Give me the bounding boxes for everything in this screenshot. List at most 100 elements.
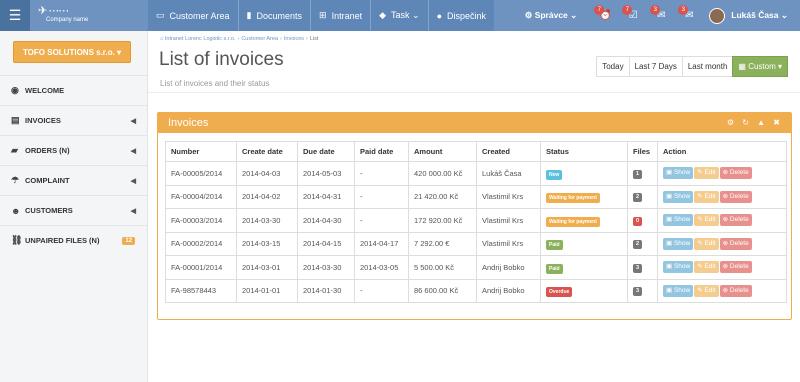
delete-button[interactable]: ⊗ Delete [719,237,752,250]
show-button[interactable]: ▣ Show [663,190,694,203]
show-button[interactable]: ▣ Show [663,214,694,227]
page-title: List of invoices [159,49,284,70]
cell-amount: 172 920.00 Kč [408,208,477,233]
delete-button[interactable]: ⊗ Delete [719,284,752,297]
nav-dispecink[interactable]: ● Dispečink [427,0,495,31]
company-selector-button[interactable]: TOFO SOLUTIONS s.r.o. ▾ [13,41,131,63]
dashboard-icon: ◉ [11,85,19,95]
cell-number: FA-00005/2014 [165,161,237,186]
breadcrumb: ⌂ Intranet Lorenc Logistic s.r.o. › Custom… [160,36,318,42]
panel-tools[interactable]: ⚙ ↻ ▲ ✖ [727,113,783,133]
sidebar-item-customers[interactable]: ☻ CUSTOMERS ◀ [0,195,147,225]
column-header[interactable]: Created [476,141,541,162]
breadcrumb-item[interactable]: Intranet Lorenc Logistic s.r.o. [165,36,236,42]
cell-due: 2014-04-31 [297,184,355,209]
edit-button[interactable]: ✎ Edit [694,284,719,297]
hamburger-menu-icon[interactable]: ☰ [0,0,30,31]
sidebar-item-label: COMPLAINT [25,176,70,185]
files-count-badge: 2 [633,240,642,250]
cell-files: 3 [627,255,658,280]
cell-files: 1 [627,161,658,186]
today-button[interactable]: Today [596,56,630,77]
chevron-left-icon: ◀ [130,147,136,155]
edit-button[interactable]: ✎ Edit [694,167,719,180]
cell-paid: - [354,278,409,303]
status-badge: New [546,169,563,180]
column-header[interactable]: Files [627,141,658,162]
status-badge: Overdue [546,287,573,298]
breadcrumb-item[interactable]: Invoices [284,36,304,42]
table-row: FA-00003/2014 2014-03-30 2014-04-30-172 92… [165,208,787,233]
date-filter-group: Today Last 7 Days Last month ▦ Custom ▾ [596,56,788,77]
files-count-badge: 0 [633,216,642,226]
nav-label: Dispečink [447,10,487,21]
status-badge: Waiting for payment [546,193,600,204]
nav-documents[interactable]: ▮ Documents [237,0,311,31]
column-header[interactable]: Action [657,141,787,162]
cell-number: FA-00002/2014 [165,231,237,256]
sitemap-icon: ⊞ [319,10,327,20]
column-header[interactable]: Create date [236,141,298,162]
chevron-left-icon: ◀ [130,207,136,215]
show-button[interactable]: ▣ Show [663,167,694,180]
user-menu[interactable]: Lukáš Časa ⌄ [703,7,800,24]
admin-menu[interactable]: ⚙ Správce ⌄ [525,10,578,21]
delete-button[interactable]: ⊗ Delete [719,261,752,274]
alarm-notification[interactable]: ⏰ 7 [591,0,619,31]
edit-button[interactable]: ✎ Edit [694,214,719,227]
tasks-notification[interactable]: ☑ 7 [619,0,647,31]
messages-notification[interactable]: ✉ 3 [675,0,703,31]
column-header[interactable]: Paid date [354,141,409,162]
cell-created: Vlastimil Krs [476,231,541,256]
chain-broken-icon: ⛓ [11,235,23,245]
last-7-days-button[interactable]: Last 7 Days [628,56,683,77]
cell-status: New [540,161,628,186]
breadcrumb-separator: › [306,36,308,42]
cell-number: FA-00004/2014 [165,184,237,209]
sidebar-item-complaint[interactable]: ☂ COMPLAINT ◀ [0,165,147,195]
show-button[interactable]: ▣ Show [663,261,694,274]
panel-header: Invoices ⚙ ↻ ▲ ✖ [158,113,791,133]
sidebar-item-orders[interactable]: ▰ ORDERS (N) ◀ [0,135,147,165]
delete-button[interactable]: ⊗ Delete [719,167,752,180]
cell-create: 2014-04-03 [236,161,298,186]
last-month-button[interactable]: Last month [681,56,734,77]
files-count-badge: 3 [633,263,642,273]
cell-status: Paid [540,231,628,256]
nav-task[interactable]: ◆ Task ⌄ [370,0,428,31]
files-count-badge: 1 [633,169,642,179]
sidebar-item-welcome[interactable]: ◉ WELCOME [0,75,147,105]
cell-number: FA-00001/2014 [165,255,237,280]
column-header[interactable]: Status [540,141,628,162]
edit-button[interactable]: ✎ Edit [694,237,719,250]
breadcrumb-separator: › [280,36,282,42]
comments-notification[interactable]: ✉ 3 [647,0,675,31]
delete-button[interactable]: ⊗ Delete [719,190,752,203]
show-button[interactable]: ▣ Show [663,237,694,250]
table-body: FA-00005/2014 2014-04-03 2014-05-03-420 00… [165,161,787,303]
sidebar-item-unpaired-files[interactable]: ⛓ UNPAIRED FILES (N) 12 [0,225,147,255]
cell-created: Vlastimil Krs [476,208,541,233]
breadcrumb-item[interactable]: Customer Area [241,36,278,42]
nav-intranet[interactable]: ⊞ Intranet [310,0,371,31]
sidebar-item-invoices[interactable]: ▤ INVOICES ◀ [0,105,147,135]
cell-amount: 5 500.00 Kč [408,255,477,280]
status-badge: Paid [546,240,563,251]
table-header-row: Number Create date Due date Paid date Amount… [165,141,787,162]
edit-button[interactable]: ✎ Edit [694,190,719,203]
column-header[interactable]: Amount [408,141,477,162]
nav-label: Intranet [331,10,363,21]
column-header[interactable]: Number [165,141,237,162]
cell-create: 2014-03-30 [236,208,298,233]
column-header[interactable]: Due date [297,141,355,162]
cell-status: Paid [540,255,628,280]
sidebar-item-label: UNPAIRED FILES (N) [25,236,100,245]
edit-button[interactable]: ✎ Edit [694,261,719,274]
show-button[interactable]: ▣ Show [663,284,694,297]
company-logo[interactable]: ✈ ⋯⋯ Company name [38,4,100,28]
chevron-left-icon: ◀ [130,177,136,185]
table-row: FA-00002/2014 2014-03-15 2014-04-15 2014-04… [165,231,787,256]
delete-button[interactable]: ⊗ Delete [719,214,752,227]
nav-customer-area[interactable]: ▭ Customer Area [148,0,238,31]
custom-range-button[interactable]: ▦ Custom ▾ [732,56,788,77]
